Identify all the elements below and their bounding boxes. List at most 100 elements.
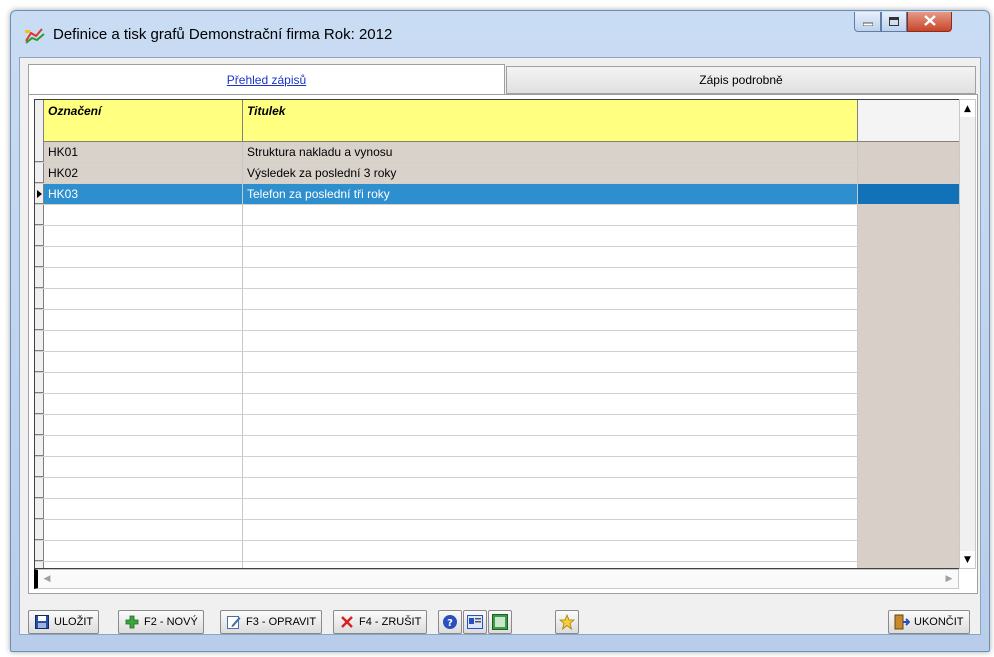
cell-blank[interactable]	[858, 457, 959, 477]
cell-code[interactable]	[44, 499, 243, 519]
row-indicator[interactable]	[35, 352, 44, 372]
cell-code[interactable]	[44, 436, 243, 456]
cell-blank[interactable]	[858, 352, 959, 372]
exit-button[interactable]: UKONČIT	[888, 610, 970, 634]
favorite-button[interactable]	[555, 610, 579, 634]
cell-blank[interactable]	[858, 520, 959, 540]
tab-prehled-zapisu[interactable]: Přehled zápisů	[28, 64, 505, 95]
cell-code[interactable]	[44, 289, 243, 309]
cell-title[interactable]	[243, 310, 858, 330]
cell-title[interactable]	[243, 247, 858, 267]
cell-title[interactable]	[243, 373, 858, 393]
cell-code[interactable]: HK03	[44, 184, 243, 204]
help-button[interactable]: ?	[438, 610, 462, 634]
cell-title[interactable]	[243, 457, 858, 477]
row-indicator[interactable]	[35, 142, 44, 162]
empty-row[interactable]	[35, 331, 959, 352]
title-bar[interactable]: Definice a tisk grafů Demonstrační firma…	[11, 11, 989, 57]
cell-code[interactable]	[44, 268, 243, 288]
cell-code[interactable]: HK01	[44, 142, 243, 162]
empty-row[interactable]	[35, 478, 959, 499]
cell-title[interactable]	[243, 541, 858, 561]
cell-blank[interactable]	[858, 499, 959, 519]
tab-zapis-podrobne[interactable]: Zápis podrobně	[506, 66, 976, 94]
empty-row[interactable]	[35, 457, 959, 478]
cell-title[interactable]	[243, 520, 858, 540]
column-header-titulek[interactable]: Titulek	[243, 100, 858, 142]
cell-blank[interactable]	[858, 226, 959, 246]
cell-code[interactable]	[44, 373, 243, 393]
cell-title[interactable]: Telefon za poslední tři roky	[243, 184, 858, 204]
cell-code[interactable]	[44, 352, 243, 372]
cell-code[interactable]	[44, 415, 243, 435]
empty-row[interactable]	[35, 436, 959, 457]
row-indicator[interactable]	[35, 247, 44, 267]
save-button[interactable]: ULOŽIT	[28, 610, 100, 634]
cell-code[interactable]	[44, 247, 243, 267]
row-indicator[interactable]	[35, 289, 44, 309]
column-header-oznaceni[interactable]: Označení	[44, 100, 243, 142]
empty-row[interactable]	[35, 268, 959, 289]
cell-title[interactable]	[243, 289, 858, 309]
scroll-left-arrow-icon[interactable]: ◀	[40, 572, 54, 586]
cell-title[interactable]	[243, 478, 858, 498]
table-row[interactable]: HK01 Struktura nakladu a vynosu	[35, 142, 959, 163]
row-indicator[interactable]	[35, 331, 44, 351]
row-indicator[interactable]	[35, 562, 44, 568]
cell-title[interactable]	[243, 562, 858, 568]
cell-title[interactable]	[243, 226, 858, 246]
row-indicator[interactable]	[35, 541, 44, 561]
empty-row[interactable]	[35, 541, 959, 562]
row-indicator[interactable]	[35, 310, 44, 330]
row-indicator[interactable]	[35, 499, 44, 519]
vertical-scrollbar[interactable]: ▲ ▼	[959, 99, 976, 569]
empty-row[interactable]	[35, 562, 959, 568]
row-indicator[interactable]	[35, 478, 44, 498]
table-row-selected[interactable]: HK03 Telefon za poslední tři roky	[35, 184, 959, 205]
maximize-button[interactable]	[881, 12, 907, 32]
cell-code[interactable]	[44, 562, 243, 568]
row-indicator[interactable]	[35, 205, 44, 225]
cell-title[interactable]	[243, 268, 858, 288]
cell-blank[interactable]	[858, 478, 959, 498]
cell-title[interactable]: Struktura nakladu a vynosu	[243, 142, 858, 162]
cell-code[interactable]	[44, 457, 243, 477]
cell-code[interactable]: HK02	[44, 163, 243, 183]
empty-row[interactable]	[35, 289, 959, 310]
current-row-indicator[interactable]	[35, 184, 44, 204]
row-indicator[interactable]	[35, 163, 44, 183]
cell-blank[interactable]	[858, 436, 959, 456]
horizontal-scrollbar[interactable]: ◀ ▶	[34, 569, 959, 589]
row-indicator[interactable]	[35, 394, 44, 414]
cell-code[interactable]	[44, 205, 243, 225]
scroll-up-arrow-icon[interactable]: ▲	[960, 100, 975, 117]
delete-button[interactable]: F4 - ZRUŠIT	[333, 610, 428, 634]
cell-code[interactable]	[44, 520, 243, 540]
cell-blank[interactable]	[858, 541, 959, 561]
cell-blank[interactable]	[858, 163, 959, 183]
edit-button[interactable]: F3 - OPRAVIT	[220, 610, 323, 634]
empty-row[interactable]	[35, 415, 959, 436]
cell-title[interactable]	[243, 331, 858, 351]
empty-row[interactable]	[35, 520, 959, 541]
empty-row[interactable]	[35, 226, 959, 247]
row-indicator[interactable]	[35, 520, 44, 540]
export-button[interactable]	[488, 610, 512, 634]
card-button[interactable]	[463, 610, 487, 634]
cell-blank[interactable]	[858, 268, 959, 288]
minimize-button[interactable]	[854, 12, 881, 32]
empty-row[interactable]	[35, 205, 959, 226]
empty-row[interactable]	[35, 310, 959, 331]
cell-code[interactable]	[44, 226, 243, 246]
cell-title[interactable]	[243, 205, 858, 225]
empty-row[interactable]	[35, 499, 959, 520]
cell-title[interactable]	[243, 394, 858, 414]
row-indicator[interactable]	[35, 457, 44, 477]
cell-code[interactable]	[44, 541, 243, 561]
cell-code[interactable]	[44, 331, 243, 351]
cell-blank[interactable]	[858, 289, 959, 309]
cell-blank[interactable]	[858, 205, 959, 225]
new-button[interactable]: F2 - NOVÝ	[118, 610, 204, 634]
cell-blank[interactable]	[858, 415, 959, 435]
scroll-down-arrow-icon[interactable]: ▼	[960, 551, 975, 568]
